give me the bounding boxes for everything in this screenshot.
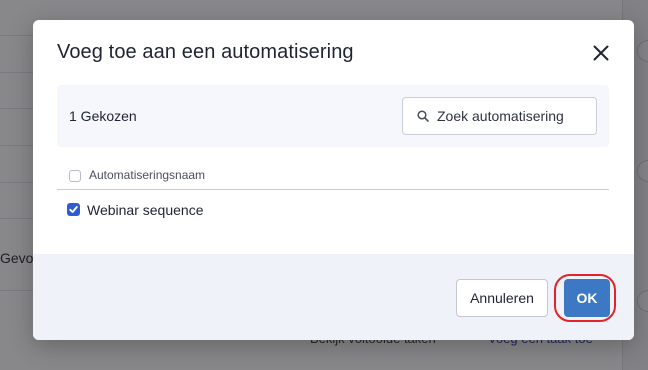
cancel-button[interactable]: Annuleren <box>456 279 548 317</box>
search-input[interactable] <box>437 108 587 124</box>
checkmark-icon <box>69 206 78 213</box>
close-icon <box>593 45 609 61</box>
dialog-title: Voeg toe aan een automatisering <box>57 41 354 63</box>
selected-count: 1 Gekozen <box>69 108 137 124</box>
search-icon <box>417 110 429 122</box>
search-box[interactable] <box>402 97 597 135</box>
selection-toolbar: 1 Gekozen <box>57 85 609 147</box>
dialog-footer: Annuleren OK <box>33 254 634 340</box>
close-button[interactable] <box>588 40 614 66</box>
table-header: Automatiseringsnaam <box>57 161 609 190</box>
table-row[interactable]: Webinar sequence <box>57 196 609 224</box>
row-checkbox[interactable] <box>67 203 80 216</box>
add-to-automation-dialog: Voeg toe aan een automatisering 1 Gekoze… <box>33 20 634 340</box>
automation-name: Webinar sequence <box>87 202 204 218</box>
ok-button[interactable]: OK <box>564 279 610 317</box>
column-header-name: Automatiseringsnaam <box>89 168 206 182</box>
select-all-checkbox[interactable] <box>69 170 81 182</box>
